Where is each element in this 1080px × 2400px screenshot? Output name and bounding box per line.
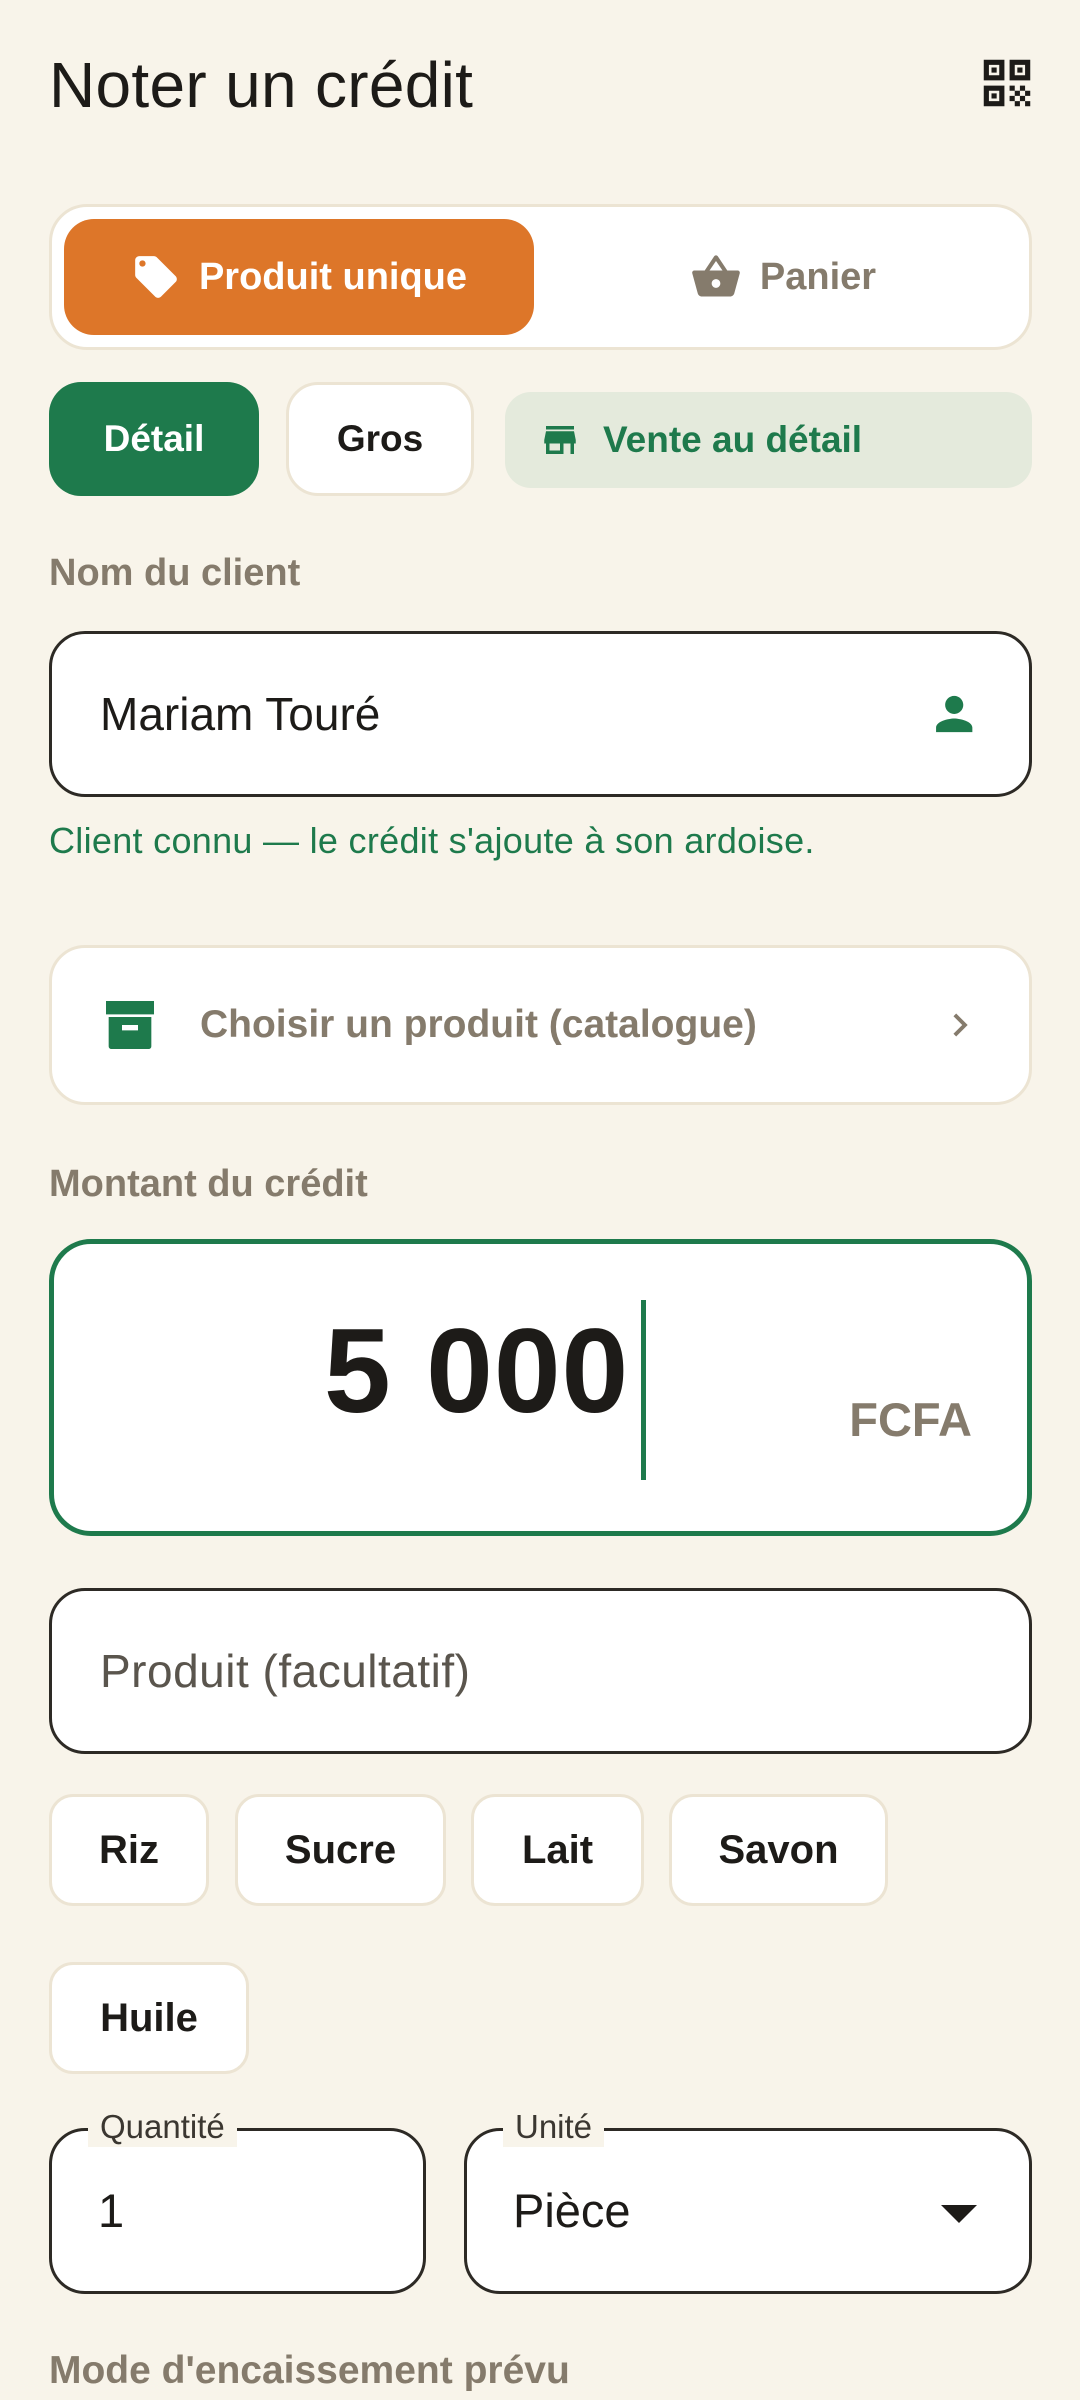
- tag-icon: [135, 256, 177, 298]
- client-name-label: Nom du client: [49, 552, 301, 594]
- product-input[interactable]: [100, 1644, 981, 1698]
- amount-input[interactable]: 5 000 FCFA: [49, 1239, 1032, 1536]
- single-product-option[interactable]: Produit unique: [64, 219, 534, 335]
- quantity-label: Quantité: [88, 2107, 237, 2147]
- wholesale-mode-pill[interactable]: Gros: [286, 382, 474, 496]
- basket-label: Panier: [759, 255, 877, 298]
- basket-icon: [692, 255, 740, 297]
- catalog-picker-label: Choisir un produit (catalogue): [200, 1003, 757, 1046]
- retail-mode-pill[interactable]: Détail: [49, 382, 259, 496]
- sale-mode-tag: Vente au détail: [505, 392, 1032, 488]
- qr-code-icon: [983, 59, 1031, 107]
- qr-scan-button[interactable]: [972, 48, 1042, 118]
- catalog-picker[interactable]: Choisir un produit (catalogue): [49, 945, 1032, 1105]
- storefront-icon: [544, 426, 576, 454]
- dropdown-arrow-icon: [941, 2205, 977, 2223]
- text-cursor: [641, 1300, 646, 1480]
- unit-select[interactable]: Unité Pièce: [464, 2107, 1032, 2294]
- sale-mode-tag-label: Vente au détail: [603, 419, 863, 460]
- product-field[interactable]: [49, 1588, 1032, 1754]
- entry-type-segmented-control: Produit unique Panier: [49, 204, 1032, 350]
- archive-box-icon: [106, 1001, 154, 1049]
- client-name-input[interactable]: [100, 687, 927, 741]
- product-chip-savon[interactable]: Savon: [669, 1794, 888, 1906]
- product-chip-lait[interactable]: Lait: [471, 1794, 644, 1906]
- person-icon: [935, 695, 972, 733]
- amount-label: Montant du crédit: [49, 1163, 368, 1205]
- unit-label: Unité: [503, 2107, 605, 2147]
- amount-value: 5 000: [324, 1304, 630, 1438]
- page-title: Noter un crédit: [49, 49, 474, 121]
- basket-option[interactable]: Panier: [542, 219, 1024, 335]
- product-chip-riz[interactable]: Riz: [49, 1794, 209, 1906]
- product-chip-huile[interactable]: Huile: [49, 1962, 249, 2074]
- client-known-hint: Client connu — le crédit s'ajoute à son …: [49, 820, 815, 861]
- single-product-label: Produit unique: [198, 255, 468, 298]
- unit-value: Pièce: [513, 2184, 631, 2237]
- quantity-value: 1: [98, 2184, 125, 2237]
- quantity-field[interactable]: Quantité 1: [49, 2107, 426, 2294]
- credit-entry-screen: Noter un crédit Produit unique Panier Dé…: [0, 0, 1080, 2400]
- collection-mode-label: Mode d'encaissement prévu: [49, 2349, 570, 2392]
- chevron-right-icon: [953, 1013, 968, 1037]
- currency-label: FCFA: [849, 1393, 972, 1446]
- client-name-field[interactable]: [49, 631, 1032, 797]
- product-chip-sucre[interactable]: Sucre: [235, 1794, 446, 1906]
